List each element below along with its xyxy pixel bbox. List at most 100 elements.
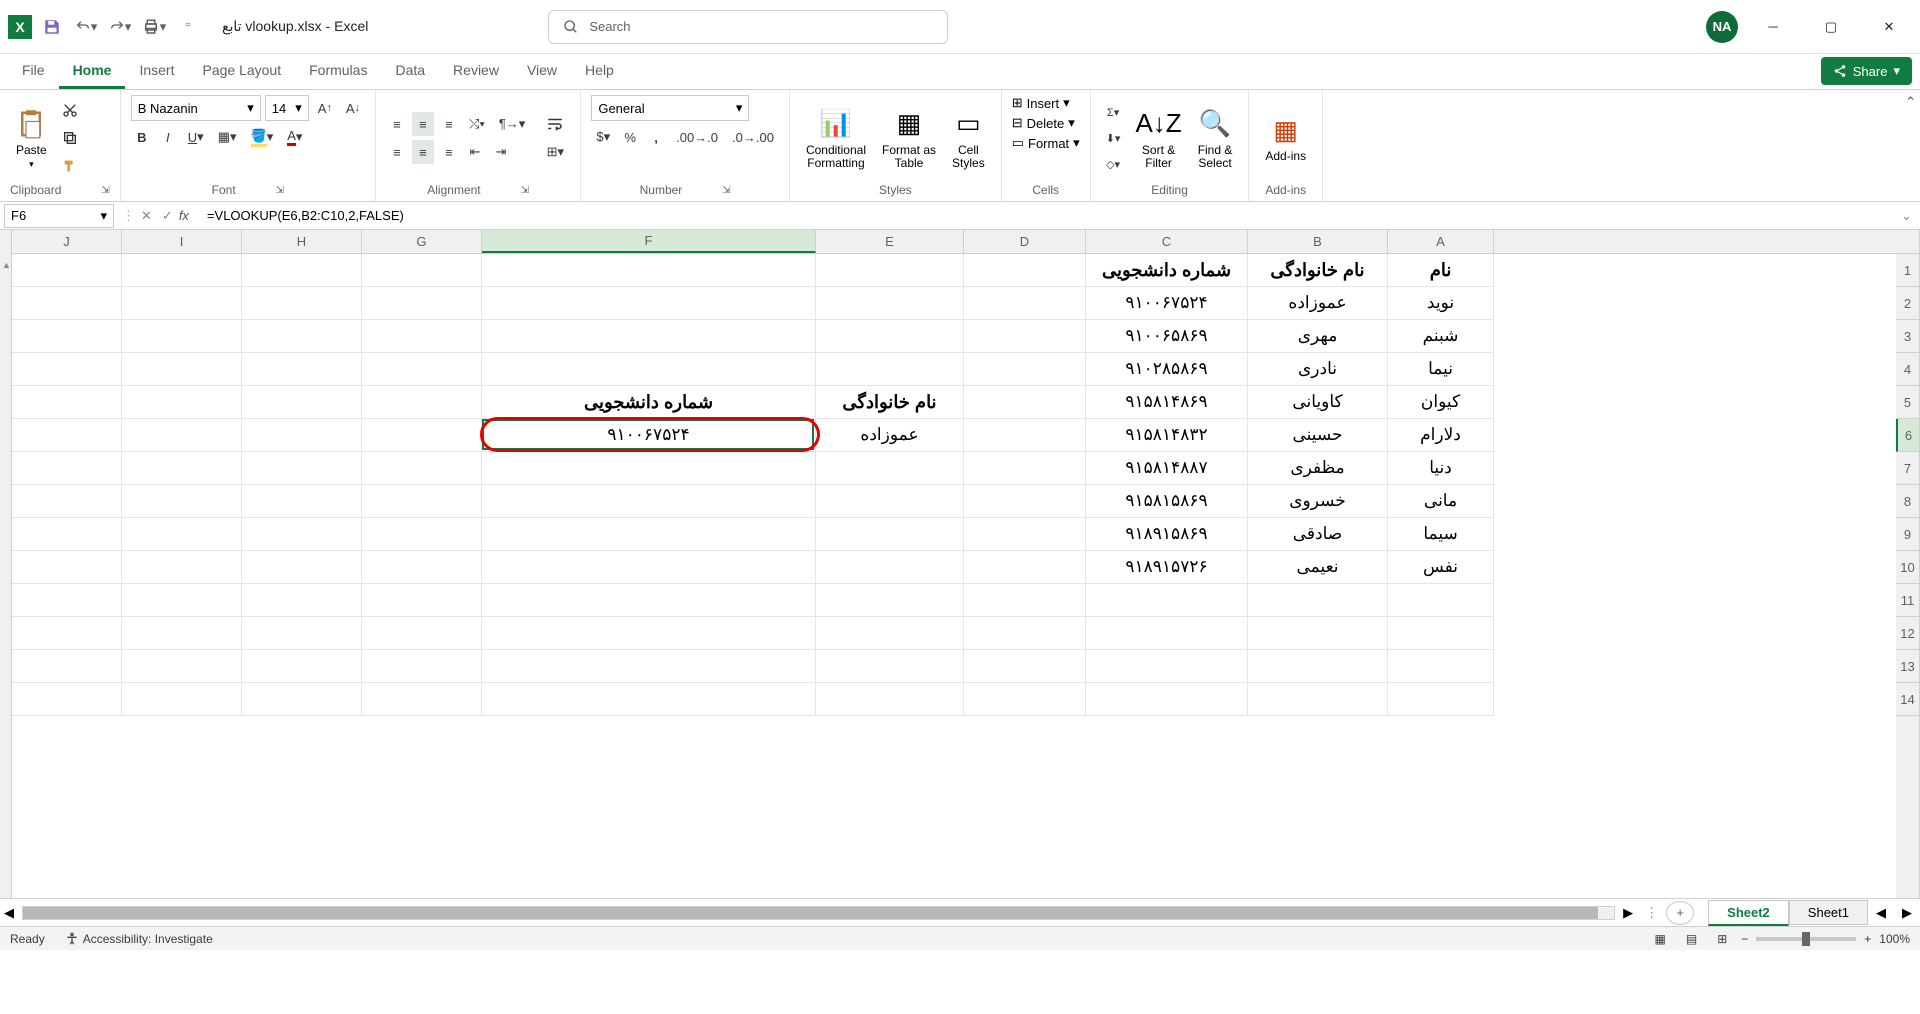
cell-G12[interactable] [362, 617, 482, 650]
cell-E9[interactable] [816, 518, 964, 551]
conditional-formatting-button[interactable]: 📊Conditional Formatting [800, 102, 872, 174]
font-launcher[interactable]: ⇲ [276, 185, 284, 196]
cell-C6[interactable]: ۹۱۵۸۱۴۸۳۲ [1086, 419, 1248, 452]
cell-A12[interactable] [1388, 617, 1494, 650]
cell-G5[interactable] [362, 386, 482, 419]
format-painter-button[interactable] [57, 154, 83, 178]
number-launcher[interactable]: ⇲ [722, 185, 730, 196]
cell-D12[interactable] [964, 617, 1086, 650]
cell-B13[interactable] [1248, 650, 1388, 683]
cell-H7[interactable] [242, 452, 362, 485]
row-header-11[interactable]: 11 [1896, 584, 1919, 617]
find-select-button[interactable]: 🔍Find & Select [1192, 102, 1239, 174]
cell-J4[interactable] [12, 353, 122, 386]
cell-E1[interactable] [816, 254, 964, 287]
zoom-out-button[interactable]: − [1741, 932, 1748, 946]
sort-filter-button[interactable]: A↓ZSort & Filter [1129, 102, 1187, 174]
cell-H2[interactable] [242, 287, 362, 320]
cell-H5[interactable] [242, 386, 362, 419]
cell-F6[interactable]: ۹۱۰۰۶۷۵۲۴ [482, 419, 816, 452]
underline-button[interactable]: U▾ [183, 125, 209, 149]
cell-I1[interactable] [122, 254, 242, 287]
cell-J10[interactable] [12, 551, 122, 584]
format-cells-button[interactable]: ▭Format ▾ [1012, 135, 1080, 151]
col-header-I[interactable]: I [122, 230, 242, 253]
col-header-C[interactable]: C [1086, 230, 1248, 253]
cell-G14[interactable] [362, 683, 482, 716]
align-bottom[interactable]: ≡ [438, 112, 460, 136]
increase-font-button[interactable]: A↑ [313, 96, 337, 120]
expand-formula-bar[interactable]: ⌄ [1893, 208, 1920, 224]
cell-C10[interactable]: ۹۱۸۹۱۵۷۲۶ [1086, 551, 1248, 584]
cell-D7[interactable] [964, 452, 1086, 485]
cell-H13[interactable] [242, 650, 362, 683]
cell-E11[interactable] [816, 584, 964, 617]
cell-G4[interactable] [362, 353, 482, 386]
cell-G1[interactable] [362, 254, 482, 287]
sheet-tab-sheet1[interactable]: Sheet1 [1789, 900, 1868, 925]
number-format-combo[interactable]: General▾ [591, 95, 749, 121]
comma-button[interactable]: , [645, 125, 667, 149]
cell-D5[interactable] [964, 386, 1086, 419]
redo-icon[interactable]: ▾ [106, 13, 134, 41]
cell-F3[interactable] [482, 320, 816, 353]
cell-C12[interactable] [1086, 617, 1248, 650]
tab-view[interactable]: View [513, 54, 571, 89]
col-header-J[interactable]: J [12, 230, 122, 253]
cell-D1[interactable] [964, 254, 1086, 287]
cell-A10[interactable]: نفس [1388, 551, 1494, 584]
cell-C13[interactable] [1086, 650, 1248, 683]
cell-G6[interactable] [362, 419, 482, 452]
cell-D6[interactable] [964, 419, 1086, 452]
cell-B12[interactable] [1248, 617, 1388, 650]
cell-F4[interactable] [482, 353, 816, 386]
cell-B11[interactable] [1248, 584, 1388, 617]
cell-J12[interactable] [12, 617, 122, 650]
formula-input[interactable]: =VLOOKUP(E6,B2:C10,2,FALSE) [197, 208, 1893, 223]
cell-A8[interactable]: مانی [1388, 485, 1494, 518]
cell-H1[interactable] [242, 254, 362, 287]
row-header-10[interactable]: 10 [1896, 551, 1919, 584]
share-button[interactable]: Share ▾ [1821, 57, 1912, 85]
cell-H4[interactable] [242, 353, 362, 386]
cell-E8[interactable] [816, 485, 964, 518]
font-color-button[interactable]: A▾ [282, 125, 307, 149]
col-header-H[interactable]: H [242, 230, 362, 253]
paste-button[interactable]: Paste ▾ [10, 102, 53, 174]
cell-I13[interactable] [122, 650, 242, 683]
cell-C5[interactable]: ۹۱۵۸۱۴۸۶۹ [1086, 386, 1248, 419]
align-center[interactable]: ≡ [412, 140, 434, 164]
cell-F12[interactable] [482, 617, 816, 650]
cell-C11[interactable] [1086, 584, 1248, 617]
cell-D14[interactable] [964, 683, 1086, 716]
cell-F13[interactable] [482, 650, 816, 683]
spreadsheet-grid[interactable]: ▲ JIHGFEDCBA شماره دانشجویینام خانوادگین… [0, 230, 1920, 898]
col-header-F[interactable]: F [482, 230, 816, 253]
insert-cells-button[interactable]: ⊞Insert ▾ [1012, 95, 1070, 111]
cell-A5[interactable]: کیوان [1388, 386, 1494, 419]
cell-I8[interactable] [122, 485, 242, 518]
page-layout-view-button[interactable]: ▤ [1680, 930, 1703, 948]
cell-F9[interactable] [482, 518, 816, 551]
cell-J11[interactable] [12, 584, 122, 617]
cell-J8[interactable] [12, 485, 122, 518]
cell-I5[interactable] [122, 386, 242, 419]
undo-icon[interactable]: ▾ [72, 13, 100, 41]
name-box[interactable]: F6▾ [4, 204, 114, 228]
cell-J2[interactable] [12, 287, 122, 320]
row-header-1[interactable]: 1 [1896, 254, 1919, 287]
fill-button[interactable]: ⬇▾ [1101, 126, 1126, 150]
cell-H3[interactable] [242, 320, 362, 353]
cell-A2[interactable]: نوید [1388, 287, 1494, 320]
fill-color-button[interactable]: 🪣▾ [246, 125, 279, 149]
cell-I7[interactable] [122, 452, 242, 485]
cell-E5[interactable]: نام خانوادگی [816, 386, 964, 419]
cell-D10[interactable] [964, 551, 1086, 584]
cell-J13[interactable] [12, 650, 122, 683]
increase-decimal[interactable]: .00→.0 [671, 125, 723, 149]
page-break-view-button[interactable]: ⊞ [1711, 930, 1733, 948]
cell-J5[interactable] [12, 386, 122, 419]
row-header-14[interactable]: 14 [1896, 683, 1919, 716]
tab-help[interactable]: Help [571, 54, 628, 89]
cell-I9[interactable] [122, 518, 242, 551]
